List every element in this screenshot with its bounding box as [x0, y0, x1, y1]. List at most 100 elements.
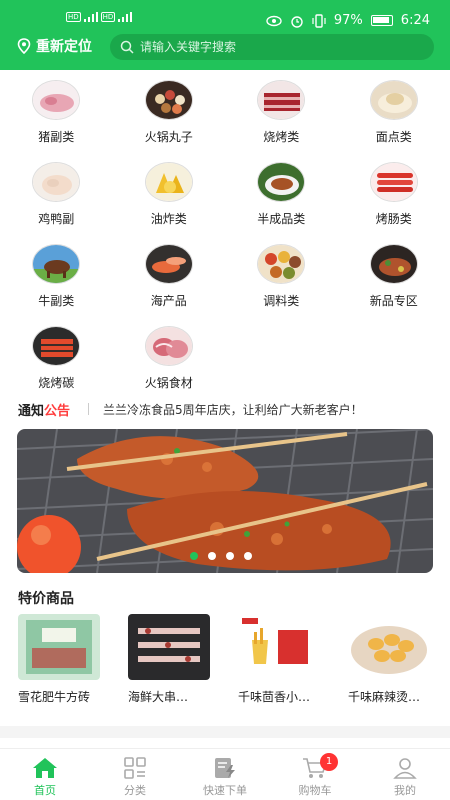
banner-pagination	[190, 552, 252, 560]
tab-label: 首页	[34, 784, 56, 797]
hotpot-meat-icon	[144, 326, 193, 366]
product-image	[238, 614, 320, 680]
category-fried-food[interactable]: 油炸类	[113, 160, 226, 236]
clock: 6:24	[400, 13, 430, 28]
category-spices[interactable]: 调料类	[225, 242, 338, 318]
seafood-icon	[144, 244, 193, 284]
bottom-tab-bar: 首页 分类 快速下单 购物车 1 我的	[0, 748, 450, 800]
tab-label: 购物车	[298, 784, 332, 797]
category-barbecue[interactable]: 烧烤类	[225, 78, 338, 154]
category-label: 半成品类	[257, 212, 306, 226]
notice-bar[interactable]: 通知 公告 兰兰冷冻食品5周年店庆，让利给广大新老客户！	[18, 398, 438, 420]
banner-dot[interactable]	[244, 552, 252, 560]
category-sausage[interactable]: 烤肠类	[338, 160, 450, 236]
search-icon	[120, 40, 134, 54]
sim2-tag: HD	[100, 12, 116, 22]
hotpot-balls-icon	[144, 80, 193, 120]
category-label: 新品专区	[369, 294, 418, 308]
category-pig-offal[interactable]: 猪副类	[0, 78, 113, 154]
category-icon	[124, 757, 146, 779]
product-card[interactable]: 雪花肥牛方砖	[0, 614, 110, 705]
tab-label: 分类	[124, 784, 146, 797]
semi-finished-icon	[257, 162, 306, 202]
category-label: 牛副类	[38, 294, 75, 308]
user-icon	[393, 758, 417, 779]
barbecue-icon	[257, 80, 306, 120]
product-card[interactable]: 海鲜大串…	[110, 614, 220, 705]
tab-profile[interactable]: 我的	[360, 749, 450, 800]
tab-cart[interactable]: 购物车 1	[270, 749, 360, 800]
category-label: 鸡鸭副	[38, 212, 75, 226]
search-bar[interactable]	[110, 34, 434, 60]
signal-icon-2	[118, 12, 133, 22]
battery-percent: 97%	[333, 13, 363, 28]
product-name: 雪花肥牛方砖	[18, 690, 91, 704]
category-dumplings[interactable]: 面点类	[338, 78, 450, 154]
spices-icon	[257, 244, 306, 284]
product-card[interactable]: 千味麻辣烫…	[330, 614, 440, 705]
category-label: 火锅丸子	[144, 130, 193, 144]
relocate-button[interactable]: 重新定位	[16, 36, 92, 56]
category-label: 油炸类	[150, 212, 187, 226]
eye-icon	[266, 15, 282, 26]
signal-icon	[83, 12, 98, 22]
alarm-icon	[291, 15, 303, 28]
special-product-list: 雪花肥牛方砖 海鲜大串… 千味茴香小… 千味麻辣烫…	[0, 614, 450, 705]
category-label: 调料类	[263, 294, 300, 308]
battery-icon	[370, 15, 393, 26]
product-image	[348, 614, 430, 680]
location-pin-icon	[17, 38, 31, 54]
banner-dot[interactable]	[190, 552, 198, 560]
banner-dot[interactable]	[226, 552, 234, 560]
category-label: 海产品	[150, 294, 187, 308]
special-section-title: 特价商品	[18, 591, 74, 607]
product-name: 海鲜大串…	[128, 690, 189, 704]
tab-home[interactable]: 首页	[0, 749, 90, 800]
category-new-products[interactable]: 新品专区	[338, 242, 450, 318]
product-card[interactable]: 千味茴香小…	[220, 614, 330, 705]
category-charcoal[interactable]: 烧烤碳	[0, 324, 113, 400]
tab-label: 我的	[394, 784, 416, 797]
search-input[interactable]	[140, 40, 420, 54]
category-hotpot-balls[interactable]: 火锅丸子	[113, 78, 226, 154]
notice-title-part2: 公告	[44, 403, 71, 419]
product-image	[18, 614, 100, 680]
product-name: 千味麻辣烫…	[348, 690, 421, 704]
charcoal-icon	[32, 326, 81, 366]
pig-offal-icon	[32, 80, 81, 120]
category-seafood[interactable]: 海产品	[113, 242, 226, 318]
category-label: 火锅食材	[144, 376, 193, 390]
relocate-label: 重新定位	[36, 39, 92, 55]
home-icon	[33, 758, 57, 778]
category-label: 面点类	[375, 130, 412, 144]
tab-label: 快速下单	[203, 784, 247, 797]
notice-divider	[88, 403, 90, 415]
cattle-icon	[32, 244, 81, 284]
banner-dot[interactable]	[208, 552, 216, 560]
section-divider	[0, 726, 450, 738]
product-name: 千味茴香小…	[238, 690, 311, 704]
category-poultry[interactable]: 鸡鸭副	[0, 160, 113, 236]
category-hotpot-meat[interactable]: 火锅食材	[113, 324, 226, 400]
notice-title-part1: 通知	[18, 403, 45, 419]
category-label: 猪副类	[38, 130, 75, 144]
notice-text: 兰兰冷冻食品5周年店庆，让利给广大新老客户！	[103, 402, 363, 417]
vibrate-icon	[312, 13, 326, 28]
category-grid: 猪副类 火锅丸子 烧烤类 面点类 鸡鸭副 油炸类 半成品类 烤肠类 牛副类 海产…	[0, 78, 450, 400]
category-label: 烤肠类	[375, 212, 412, 226]
tab-quick-order[interactable]: 快速下单	[180, 749, 270, 800]
category-label: 烧烤碳	[38, 376, 75, 390]
product-image	[128, 614, 210, 680]
sim1-tag: HD	[66, 12, 81, 22]
category-label: 烧烤类	[263, 130, 300, 144]
status-bar: HD HD 97% 6:24	[0, 0, 450, 30]
new-products-icon	[369, 244, 418, 284]
fried-food-icon	[144, 162, 193, 202]
header: HD HD 97% 6:24 重新定位	[0, 0, 450, 70]
cart-count-badge: 1	[320, 753, 338, 771]
category-cattle[interactable]: 牛副类	[0, 242, 113, 318]
dumplings-icon	[369, 80, 418, 120]
category-semi-finished[interactable]: 半成品类	[225, 160, 338, 236]
tab-category[interactable]: 分类	[90, 749, 180, 800]
poultry-icon	[32, 162, 81, 202]
